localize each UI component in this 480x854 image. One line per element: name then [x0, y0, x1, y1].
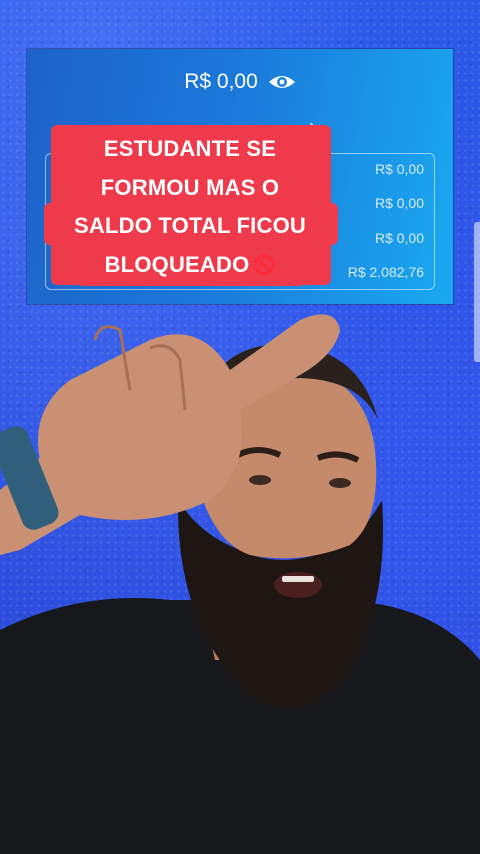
total-balance: R$ 0,00 [184, 70, 258, 93]
row-value: R$ 0,00 [374, 230, 424, 246]
prohibited-icon [253, 254, 275, 275]
caption-line: FORMOU MAS O [100, 174, 280, 200]
eye-icon[interactable] [268, 73, 296, 91]
caption-line: SALDO TOTAL FICOU [74, 213, 306, 238]
caption-line-last: BLOQUEADO [40, 246, 340, 285]
row-value: R$ 0,00 [374, 195, 424, 211]
caption-line: BLOQUEADO [104, 251, 250, 277]
row-value: R$ 0,00 [374, 161, 424, 177]
balance-header: R$ 0,00 [27, 67, 453, 97]
presenter-person [0, 314, 480, 854]
row-value: R$ 2.082,76 [347, 264, 424, 280]
video-caption: ESTUDANTE SE FORMOU MAS O SALDO TOTAL FI… [40, 130, 340, 284]
caption-line: ESTUDANTE SE [103, 136, 277, 161]
